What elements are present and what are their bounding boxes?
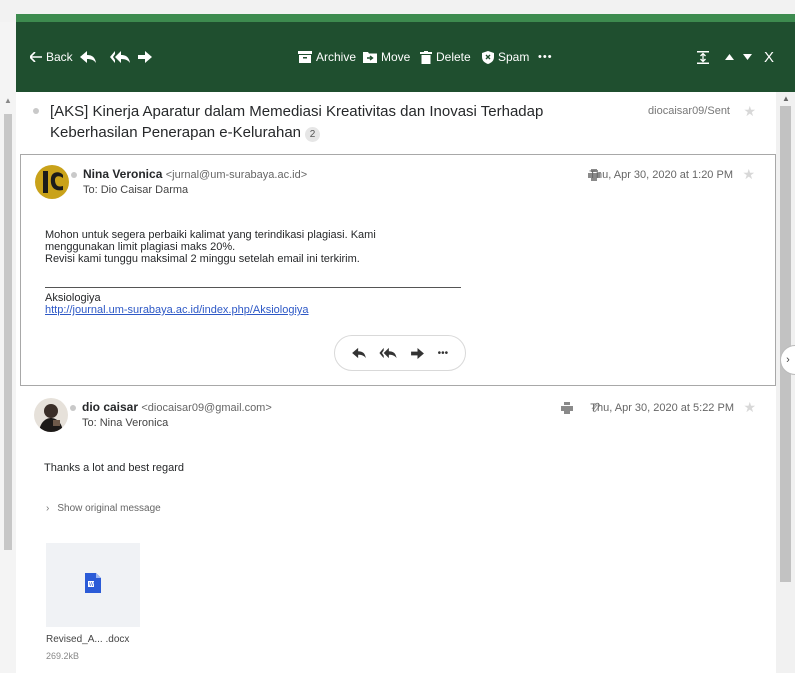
quick-actions-pill: ••• — [334, 335, 466, 371]
folder-label: diocaisar09/Sent — [648, 105, 730, 117]
forward-icon — [411, 347, 424, 359]
avatar — [35, 165, 69, 199]
sender-email[interactable]: <jurnal@um-surabaya.ac.id> — [166, 169, 307, 181]
thread-header: [AKS] Kinerja Aparatur dalam Memediasi K… — [16, 92, 776, 152]
star-icon[interactable]: ★ — [743, 104, 756, 118]
recipient-line: To: Nina Veronica — [82, 417, 169, 429]
window-top-strip — [0, 0, 795, 22]
unread-dot-icon[interactable] — [70, 405, 76, 411]
arrow-left-icon — [30, 52, 42, 62]
scroll-up-arrow-icon[interactable]: ▲ — [782, 94, 790, 103]
show-original-label: Show original message — [57, 503, 161, 514]
archive-icon — [298, 51, 312, 63]
close-button[interactable]: X — [764, 48, 774, 66]
chevron-right-icon: › — [46, 503, 50, 514]
printer-icon — [561, 401, 573, 418]
message-count-badge: 2 — [305, 127, 321, 142]
star-icon[interactable]: ★ — [742, 167, 755, 181]
accent-bar — [16, 14, 795, 22]
back-label: Back — [46, 50, 73, 64]
reply-all-button[interactable] — [110, 48, 130, 66]
caret-down-icon — [743, 54, 752, 60]
message-card-1: Nina Veronica <jurnal@um-surabaya.ac.id>… — [20, 154, 776, 386]
delete-label: Delete — [436, 50, 471, 64]
message-body: Thanks a lot and best regard — [44, 462, 185, 474]
message-date: Thu, Apr 30, 2020 at 5:22 PM — [590, 402, 734, 414]
subject-text: [AKS] Kinerja Aparatur dalam Memediasi K… — [50, 103, 544, 141]
attachment-name[interactable]: Revised_A... .docx — [46, 634, 129, 645]
sender-line: Nina Veronica <jurnal@um-surabaya.ac.id> — [83, 167, 307, 181]
move-button[interactable]: Move — [363, 48, 410, 66]
right-scrollbar[interactable]: ▲ — [776, 92, 795, 673]
sender-name[interactable]: dio caisar — [82, 400, 138, 414]
forward-icon — [138, 51, 152, 63]
sender-line: dio caisar <diocaisar09@gmail.com> — [82, 400, 272, 414]
expand-icon — [697, 50, 709, 64]
reply-button[interactable] — [80, 48, 96, 66]
forward-button[interactable] — [411, 347, 424, 359]
forward-button[interactable] — [138, 48, 152, 66]
trash-icon — [420, 50, 432, 64]
scroll-thumb[interactable] — [780, 106, 791, 582]
print-button[interactable] — [561, 401, 573, 419]
message-date: Thu, Apr 30, 2020 at 1:20 PM — [589, 169, 733, 181]
chevron-right-icon: › — [786, 354, 790, 366]
left-scrollbar[interactable]: ▲ — [0, 22, 16, 673]
message-body: Mohon untuk segera perbaiki kalimat yang… — [45, 229, 475, 265]
spam-button[interactable]: Spam — [482, 48, 529, 66]
archive-button[interactable]: Archive — [298, 48, 356, 66]
body-line: Revisi kami tunggu maksimal 2 minggu set… — [45, 253, 360, 265]
reply-all-button[interactable] — [379, 347, 397, 359]
scroll-thumb[interactable] — [4, 114, 12, 550]
scroll-up-arrow-icon[interactable]: ▲ — [4, 96, 12, 105]
previous-message-button[interactable] — [725, 48, 734, 66]
delete-button[interactable]: Delete — [420, 48, 471, 66]
shield-icon — [482, 50, 494, 64]
unread-dot-icon[interactable] — [71, 172, 77, 178]
reply-all-icon — [379, 347, 397, 359]
attachment-size: 269.2kB — [46, 651, 80, 661]
star-icon[interactable]: ★ — [743, 400, 756, 414]
archive-label: Archive — [316, 50, 357, 64]
back-button[interactable]: Back — [30, 48, 73, 66]
word-document-icon: W — [85, 572, 101, 598]
move-label: Move — [381, 50, 411, 64]
reply-button[interactable] — [351, 347, 366, 359]
close-icon: X — [764, 48, 775, 66]
thread-subject: [AKS] Kinerja Aparatur dalam Memediasi K… — [50, 101, 610, 143]
show-original-toggle[interactable]: › Show original message — [46, 503, 161, 514]
unread-dot-icon[interactable] — [33, 108, 39, 114]
sender-email[interactable]: <diocaisar09@gmail.com> — [141, 402, 271, 414]
signature-name: Aksiologiya — [45, 292, 101, 304]
recipient-line: To: Dio Caisar Darma — [83, 184, 189, 196]
svg-text:W: W — [89, 582, 94, 588]
reply-icon — [80, 50, 96, 64]
spam-label: Spam — [498, 50, 530, 64]
next-message-button[interactable] — [743, 48, 752, 66]
more-icon: ••• — [538, 51, 553, 63]
reply-all-icon — [110, 50, 130, 64]
signature-link[interactable]: http://journal.um-surabaya.ac.id/index.p… — [45, 304, 309, 316]
avatar — [34, 398, 68, 432]
more-actions-button[interactable]: ••• — [438, 348, 449, 359]
body-line: Mohon untuk segera perbaiki kalimat yang… — [45, 229, 376, 241]
sender-name[interactable]: Nina Veronica — [83, 167, 162, 181]
signature-divider — [45, 287, 461, 288]
message-card-2: dio caisar <diocaisar09@gmail.com> To: N… — [20, 388, 776, 673]
expand-collapse-button[interactable] — [697, 48, 709, 66]
attachment-card[interactable]: W — [46, 543, 140, 627]
reply-icon — [351, 347, 366, 359]
folder-move-icon — [363, 51, 377, 63]
body-line: menggunakan limit plagiasi maks 20%. — [45, 241, 236, 253]
more-actions-button[interactable]: ••• — [538, 48, 553, 66]
message-toolbar: Back Archive Move Delete Spam ••• X — [16, 22, 795, 92]
caret-up-icon — [725, 54, 734, 60]
